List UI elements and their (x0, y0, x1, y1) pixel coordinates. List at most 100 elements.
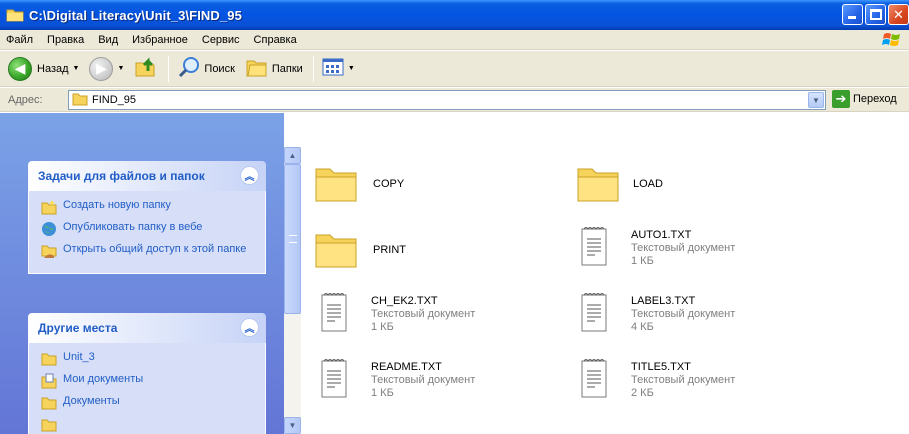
folder-icon (41, 395, 57, 411)
file-list: COPY LOAD PRINT AUTO1.TXT Текстовый доку… (301, 147, 909, 434)
menu-edit[interactable]: Правка (47, 34, 84, 46)
vertical-scrollbar[interactable]: ▲ ▼ (284, 147, 301, 434)
minimize-button[interactable] (842, 4, 863, 25)
task-share-folder[interactable]: Открыть общий доступ к этой папке (41, 243, 265, 259)
folder-icon (313, 229, 359, 272)
menu-bar: Файл Правка Вид Избранное Сервис Справка (0, 30, 909, 50)
place-label: Документы (63, 395, 120, 407)
task-new-folder[interactable]: Создать новую папку (41, 199, 265, 215)
place-unit-3[interactable]: Unit_3 (41, 351, 265, 367)
menu-favorites[interactable]: Избранное (132, 34, 188, 46)
file-type: Текстовый документ (631, 242, 736, 254)
address-input[interactable]: FIND_95 ▼ (68, 90, 826, 110)
menu-file[interactable]: Файл (6, 34, 33, 46)
search-button[interactable]: Поиск (173, 55, 238, 83)
file-name: LOAD (633, 178, 663, 190)
scroll-thumb[interactable] (284, 164, 301, 314)
file-size: 2 КБ (631, 387, 654, 399)
chevron-down-icon[interactable]: ▼ (348, 65, 355, 72)
file-name: AUTO1.TXT (631, 229, 692, 241)
folders-label: Папки (271, 62, 303, 75)
file-details: CH_EK2.TXT Текстовый документ 1 КБ (371, 295, 475, 334)
menu-tools[interactable]: Сервис (202, 34, 240, 46)
folder-icon (41, 351, 57, 367)
back-label: Назад (37, 62, 69, 75)
file-details: TITLE5.TXT Текстовый документ 2 КБ (631, 361, 735, 400)
chevron-up-icon: ▲ (288, 151, 297, 160)
scroll-up-button[interactable]: ▲ (284, 147, 301, 164)
collapse-icon[interactable]: ︽ (240, 318, 259, 337)
up-folder-button[interactable] (130, 55, 162, 83)
text-file-item[interactable]: LABEL3.TXT Текстовый документ 4 КБ (579, 291, 735, 338)
back-button[interactable]: ◀ Назад ▼ (4, 55, 83, 83)
address-label: Адрес: (8, 93, 43, 106)
address-bar: Адрес: FIND_95 ▼ ➔ Переход (0, 88, 909, 112)
file-name: README.TXT (371, 361, 442, 373)
place-label: Unit_3 (63, 351, 95, 363)
folder-icon (313, 163, 359, 206)
place-label: Мои документы (63, 373, 144, 385)
text-file-item[interactable]: AUTO1.TXT Текстовый документ 1 КБ (579, 225, 735, 272)
chevron-down-icon[interactable]: ▼ (73, 65, 80, 72)
folder-icon (6, 8, 24, 22)
share-folder-icon (41, 243, 57, 259)
place-my-documents[interactable]: Мои документы (41, 373, 265, 389)
toolbar-separator (312, 55, 314, 82)
place-documents[interactable]: Документы (41, 395, 265, 411)
menu-help[interactable]: Справка (254, 34, 297, 46)
file-name: LABEL3.TXT (631, 295, 696, 307)
folder-item[interactable]: LOAD (575, 163, 663, 206)
file-details: README.TXT Текстовый документ 1 КБ (371, 361, 475, 400)
file-details: AUTO1.TXT Текстовый документ 1 КБ (631, 229, 735, 268)
task-publish-web[interactable]: Опубликовать папку в вебе (41, 221, 265, 237)
folders-button[interactable]: Папки (241, 55, 307, 83)
go-label: Переход (853, 93, 897, 105)
file-name: PRINT (373, 244, 406, 256)
file-name: CH_EK2.TXT (371, 295, 438, 307)
close-button[interactable]: ✕ (888, 4, 909, 25)
grip-icon (289, 235, 297, 243)
chevron-down-icon: ▼ (288, 421, 297, 430)
folder-item[interactable]: PRINT (313, 229, 406, 272)
go-button[interactable]: ➔ Переход (832, 90, 897, 108)
task-label: Открыть общий доступ к этой папке (63, 243, 247, 255)
file-type: Текстовый документ (631, 374, 736, 386)
chevron-down-icon[interactable]: ▼ (117, 65, 124, 72)
views-button[interactable]: ▼ (318, 55, 359, 83)
text-file-item[interactable]: CH_EK2.TXT Текстовый документ 1 КБ (319, 291, 475, 338)
window-title: C:\Digital Literacy\Unit_3\FIND_95 (29, 7, 242, 23)
maximize-icon (870, 9, 882, 20)
scroll-down-button[interactable]: ▼ (284, 417, 301, 434)
file-tasks-body: Создать новую папку Опубликовать папку в… (28, 191, 266, 274)
text-file-item[interactable]: README.TXT Текстовый документ 1 КБ (319, 357, 475, 404)
file-name: COPY (373, 178, 405, 190)
task-label: Создать новую папку (63, 199, 171, 211)
up-folder-icon (134, 55, 158, 82)
forward-arrow-icon: ▶ (89, 56, 114, 81)
file-tasks-header[interactable]: Задачи для файлов и папок ︽ (28, 161, 266, 191)
folder-icon (41, 417, 57, 433)
folder-item[interactable]: COPY (313, 163, 404, 206)
text-document-icon (319, 357, 351, 404)
menu-view[interactable]: Вид (98, 34, 118, 46)
task-pane: Задачи для файлов и папок ︽ Создать нову… (0, 113, 284, 434)
maximize-button[interactable] (865, 4, 886, 25)
folders-icon (245, 55, 269, 82)
forward-button[interactable]: ▶ ▼ (85, 55, 128, 83)
file-type: Текстовый документ (371, 374, 476, 386)
back-arrow-icon: ◀ (8, 56, 32, 81)
go-arrow-icon: ➔ (832, 90, 850, 108)
text-file-item[interactable]: TITLE5.TXT Текстовый документ 2 КБ (579, 357, 735, 404)
new-folder-icon (41, 199, 57, 215)
close-icon: ✕ (893, 6, 904, 22)
my-documents-icon (41, 373, 57, 389)
file-details: LABEL3.TXT Текстовый документ 4 КБ (631, 295, 735, 334)
chevron-down-icon[interactable]: ▼ (808, 92, 824, 108)
windows-logo-icon (881, 31, 903, 49)
place-more[interactable] (41, 417, 265, 433)
title-bar[interactable]: C:\Digital Literacy\Unit_3\FIND_95 ✕ (0, 0, 909, 30)
collapse-icon[interactable]: ︽ (240, 166, 259, 185)
minimize-icon (848, 16, 856, 19)
address-value: FIND_95 (92, 94, 137, 106)
other-places-header[interactable]: Другие места ︽ (28, 313, 266, 343)
